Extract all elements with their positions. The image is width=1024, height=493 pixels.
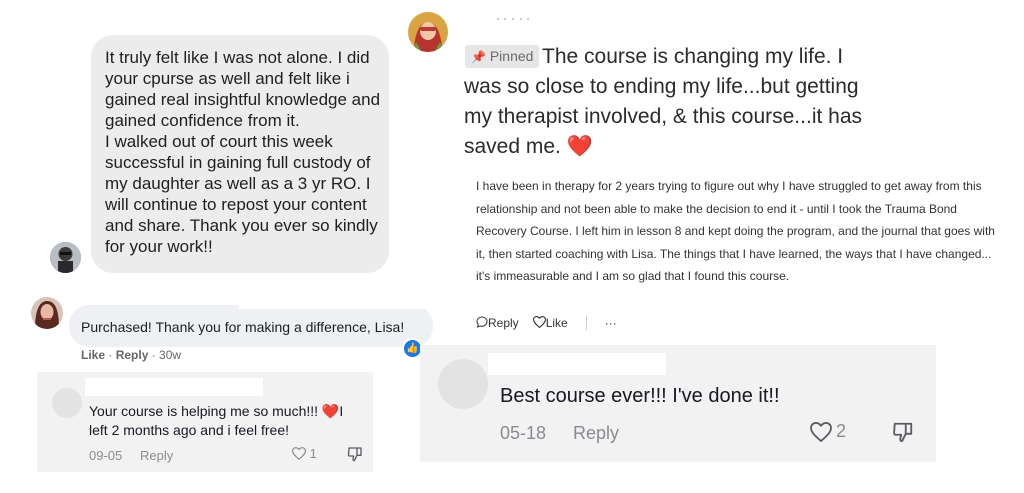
avatar[interactable]: [31, 297, 63, 329]
comment-icon: [476, 316, 488, 328]
more-options-button[interactable]: ···: [605, 316, 617, 330]
like-button[interactable]: 1: [291, 446, 317, 461]
reply-button[interactable]: Reply: [476, 316, 519, 330]
thumbs-down-icon: [347, 447, 362, 462]
timestamp: 09-05: [89, 448, 123, 463]
post-body: I have been in therapy for 2 years tryin…: [476, 179, 995, 283]
comment-bubble: Purchased! Thank you for making a differ…: [69, 295, 433, 347]
heart-outline-icon: [291, 447, 307, 461]
redaction: [85, 378, 263, 396]
comment-bubble: It truly felt like I was not alone. I di…: [91, 35, 389, 273]
redaction: [488, 353, 666, 375]
dislike-button[interactable]: [892, 421, 914, 448]
reply-button[interactable]: Reply: [140, 448, 173, 463]
heart-outline-icon: [532, 316, 546, 329]
pin-icon: 📌: [471, 50, 486, 64]
timestamp: 05-18: [500, 423, 547, 443]
redaction: [239, 295, 429, 309]
comment-text: Best course ever!!! I've done it!!: [500, 385, 780, 407]
avatar[interactable]: [438, 359, 488, 409]
dislike-button[interactable]: [347, 446, 363, 467]
divider: [585, 316, 587, 330]
reply-link[interactable]: Reply: [116, 348, 149, 362]
comment-actions: Like · Reply · 30w: [81, 348, 182, 362]
like-count: 1: [309, 446, 317, 461]
post-actions: Reply Like ···: [476, 316, 617, 330]
pinned-badge: 📌 Pinned: [465, 45, 540, 68]
like-button[interactable]: Like: [532, 316, 568, 330]
heart-icon: ❤️: [566, 135, 593, 158]
thumbs-down-icon: [893, 422, 913, 443]
avatar[interactable]: [52, 388, 82, 418]
like-button[interactable]: 2: [810, 421, 846, 442]
comment-text: It truly felt like I was not alone. I di…: [105, 48, 381, 256]
like-count: 2: [836, 421, 847, 441]
comment-card: Best course ever!!! I've done it!! 05-18…: [420, 345, 936, 462]
comment-card: Your course is helping me so much!!! ❤️I…: [37, 372, 373, 472]
like-link[interactable]: Like: [81, 348, 105, 362]
heart-outline-icon: [810, 421, 832, 442]
username-redacted: [455, 10, 545, 20]
avatar[interactable]: [50, 242, 81, 273]
reply-button[interactable]: Reply: [573, 423, 619, 444]
timestamp: 30w: [159, 348, 182, 362]
comment-text: Your course is helping me so much!!! ❤️I…: [89, 403, 344, 438]
comment-text: Purchased! Thank you for making a differ…: [81, 319, 405, 335]
avatar[interactable]: [408, 12, 448, 52]
